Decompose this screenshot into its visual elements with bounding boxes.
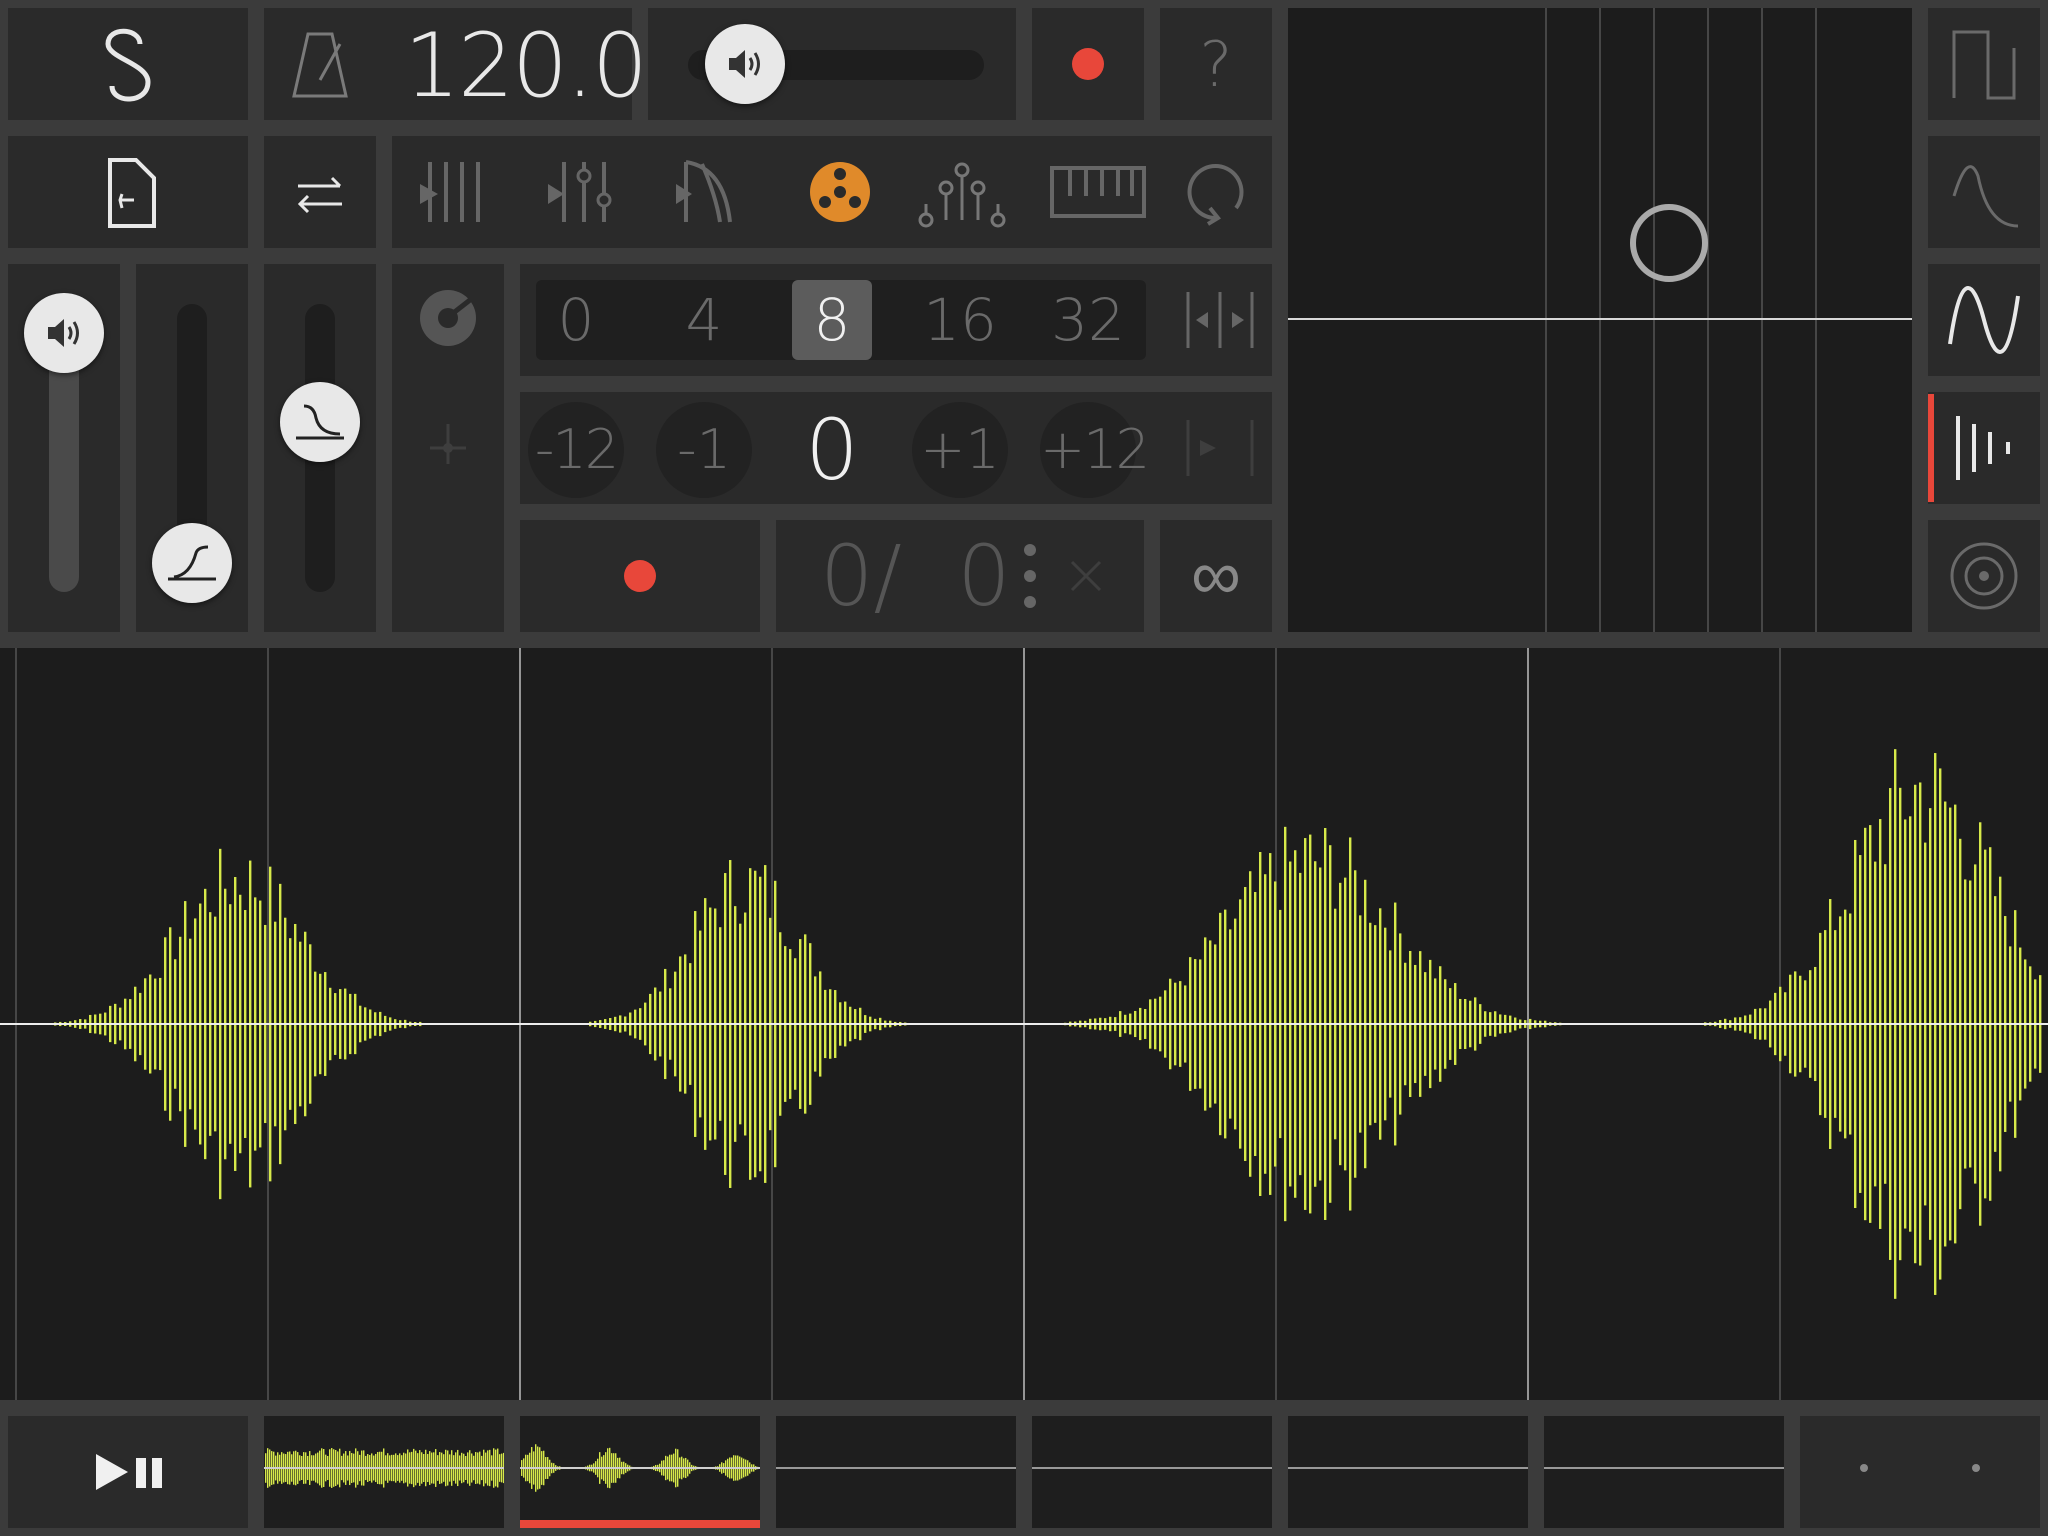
side-envelope[interactable] xyxy=(1928,136,2040,248)
transpose-zero[interactable]: 0 xyxy=(784,402,880,498)
release-knob[interactable] xyxy=(280,382,360,463)
stretch-icon[interactable] xyxy=(1180,288,1260,352)
loop-record-button[interactable] xyxy=(520,520,760,632)
metronome-icon xyxy=(292,32,348,98)
sine-wave-icon xyxy=(1948,286,2020,354)
master-volume-knob[interactable] xyxy=(705,24,786,104)
active-indicator xyxy=(1928,394,1934,502)
pitch-marker-icon[interactable] xyxy=(418,414,478,474)
tape-reel-icon[interactable] xyxy=(800,152,880,232)
pattern-slot-3[interactable] xyxy=(776,1416,1016,1528)
toolbar xyxy=(392,136,1272,248)
logo-icon xyxy=(105,28,151,102)
xy-pad[interactable] xyxy=(1288,8,1912,632)
transpose-minus-12[interactable]: -12 xyxy=(528,412,624,488)
quantize-option-4[interactable]: 4 xyxy=(664,282,744,358)
page-dot xyxy=(1860,1464,1868,1472)
loop-infinite-button[interactable]: ∞ xyxy=(1160,520,1272,632)
transpose-plus-1[interactable]: +1 xyxy=(912,412,1008,488)
sample-source-cell xyxy=(392,264,504,632)
transpose-next-icon[interactable] xyxy=(1180,416,1260,480)
side-target[interactable] xyxy=(1928,520,2040,632)
loop-count: 0 xyxy=(957,527,1011,625)
transpose-minus-1[interactable]: -1 xyxy=(656,412,752,488)
sequencer-icon[interactable] xyxy=(416,156,496,228)
quantize-option-0[interactable]: 0 xyxy=(536,282,616,358)
release-curve-icon xyxy=(296,404,344,440)
transpose-row: -12 -1 0 +1 +12 xyxy=(520,392,1272,504)
play-pause-icon xyxy=(96,1454,162,1490)
help-label: ? xyxy=(1199,28,1233,101)
pattern-slot-1[interactable] xyxy=(264,1416,504,1528)
record-button[interactable] xyxy=(1032,8,1144,120)
side-square-wave[interactable] xyxy=(1928,8,2040,120)
square-wave-icon xyxy=(1952,30,2016,100)
pattern-slot-4[interactable] xyxy=(1032,1416,1272,1528)
speaker-icon xyxy=(48,318,79,347)
attack-fader-cell xyxy=(136,264,248,632)
quantize-row: 0 4 8 16 32 xyxy=(520,264,1272,376)
sample-icon xyxy=(1956,416,2010,480)
record-dot-icon xyxy=(1072,48,1104,80)
page-dot xyxy=(1972,1464,1980,1472)
quantize-option-32[interactable]: 32 xyxy=(1048,282,1128,358)
envelope-icon xyxy=(1952,165,2019,228)
attack-curve-icon xyxy=(168,545,216,581)
active-pattern-indicator xyxy=(520,1520,760,1528)
volume-knob[interactable] xyxy=(24,292,104,373)
file-button[interactable] xyxy=(8,136,248,248)
modulation-icon[interactable] xyxy=(912,154,1012,230)
quantize-option-16[interactable]: 16 xyxy=(920,282,1000,358)
pattern-slot-5[interactable] xyxy=(1288,1416,1528,1528)
routing-button[interactable] xyxy=(264,136,376,248)
effects-icon[interactable] xyxy=(672,156,752,228)
speaker-icon xyxy=(729,50,761,78)
tempo-cell[interactable]: 120.0 xyxy=(264,8,648,120)
transpose-plus-12[interactable]: +12 xyxy=(1040,412,1150,488)
side-sample[interactable] xyxy=(1928,392,2040,504)
play-pause-button[interactable] xyxy=(8,1416,248,1528)
tempo-value: 120.0 xyxy=(404,14,648,117)
infinite-label: ∞ xyxy=(1191,534,1241,616)
quantize-option-8[interactable]: 8 xyxy=(792,282,872,358)
help-button[interactable]: ? xyxy=(1160,8,1272,120)
pattern-slot-6[interactable] xyxy=(1544,1416,1784,1528)
xy-cursor[interactable] xyxy=(1630,204,1708,282)
pattern-slot-2[interactable] xyxy=(520,1416,760,1528)
app-logo-cell[interactable] xyxy=(8,8,248,120)
waveform-view[interactable] xyxy=(0,648,2048,1400)
master-volume-cell[interactable] xyxy=(648,8,1016,120)
volume-fader-cell xyxy=(8,264,120,632)
side-sine-wave[interactable] xyxy=(1928,264,2040,376)
record-dot-icon xyxy=(624,560,656,592)
target-icon xyxy=(1950,542,2018,610)
loop-position: 0/ xyxy=(820,527,902,625)
file-icon xyxy=(108,158,156,228)
mixer-icon[interactable] xyxy=(544,156,624,228)
disc-icon[interactable] xyxy=(418,288,478,348)
attack-knob[interactable] xyxy=(152,523,232,604)
keyboard-icon[interactable] xyxy=(1048,162,1148,222)
more-options-icon[interactable] xyxy=(1020,540,1040,612)
pattern-page-dots[interactable] xyxy=(1800,1416,2040,1528)
loop-counter-cell[interactable]: 0/ 0 xyxy=(776,520,1144,632)
loop-icon[interactable] xyxy=(1176,152,1256,232)
clear-icon[interactable] xyxy=(1066,556,1106,596)
routing-icon xyxy=(297,176,342,214)
release-fader-cell xyxy=(264,264,376,632)
